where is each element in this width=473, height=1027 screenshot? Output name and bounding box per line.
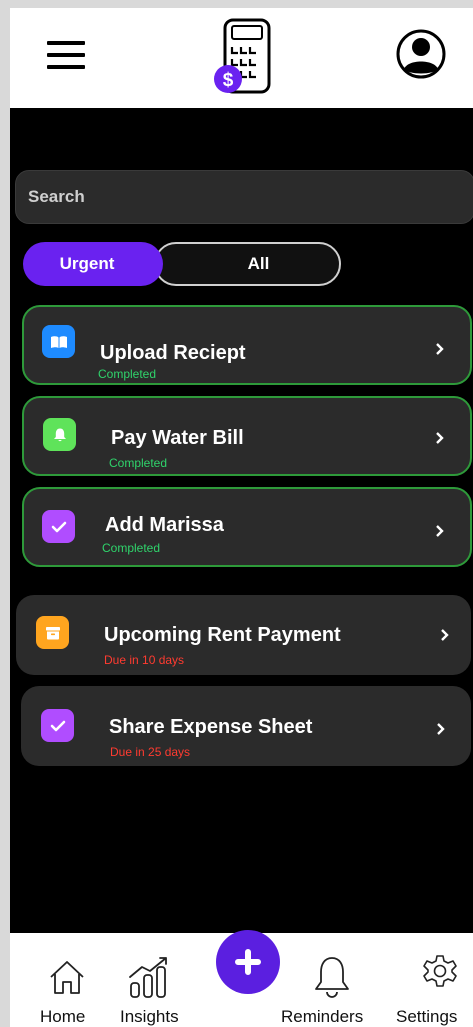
bell-icon (315, 957, 349, 998)
book-icon (50, 335, 67, 348)
task-card-upload-receipt[interactable]: Upload Reciept Completed (22, 305, 472, 385)
task-card-share-expense-sheet[interactable]: Share Expense Sheet Due in 25 days (21, 686, 471, 766)
bell-icon (53, 428, 66, 441)
chart-icon (129, 957, 167, 998)
tab-label: All (247, 254, 270, 273)
tab-urgent[interactable]: Urgent (23, 242, 163, 286)
archive-icon (45, 626, 60, 639)
nav-label: Settings (396, 1007, 458, 1026)
task-icon-tile (43, 418, 76, 451)
task-title: Upcoming Rent Payment (104, 624, 341, 646)
task-icon-tile (42, 510, 75, 543)
nav-insights[interactable]: Insights (115, 933, 205, 1027)
menu-bar (47, 41, 85, 45)
add-button[interactable] (216, 930, 280, 994)
calculator-logo-icon: $ (214, 18, 271, 94)
task-title: Add Marissa (105, 514, 224, 536)
chevron-right-icon (436, 525, 444, 537)
task-status: Completed (102, 541, 161, 555)
top-bar: $ (10, 8, 473, 108)
task-status: Due in 10 days (104, 653, 185, 667)
search-input[interactable] (15, 170, 473, 224)
plus-icon (235, 949, 261, 975)
task-title: Pay Water Bill (111, 427, 244, 449)
task-icon-tile (42, 325, 75, 358)
tab-all[interactable]: All (154, 242, 341, 286)
tab-label: Urgent (59, 254, 115, 273)
menu-button[interactable] (47, 41, 85, 71)
chevron-right-icon (437, 723, 445, 735)
task-card-add-marissa[interactable]: Add Marissa Completed (22, 487, 472, 567)
nav-home[interactable]: Home (28, 933, 108, 1027)
task-status: Completed (98, 367, 157, 381)
nav-reminders[interactable]: Reminders (280, 933, 386, 1027)
task-icon-tile (41, 709, 74, 742)
chevron-right-icon (436, 432, 444, 444)
task-status: Due in 25 days (110, 745, 191, 759)
task-card-pay-water-bill[interactable]: Pay Water Bill Completed (22, 396, 472, 476)
task-card-upcoming-rent-payment[interactable]: Upcoming Rent Payment Due in 10 days (16, 595, 471, 675)
task-icon-tile (36, 616, 69, 649)
menu-bar (47, 53, 85, 57)
profile-icon[interactable] (395, 28, 447, 80)
nav-label: Insights (120, 1007, 179, 1026)
menu-bar (47, 65, 85, 69)
task-status: Completed (109, 456, 168, 470)
chevron-right-icon (441, 629, 449, 641)
task-title: Upload Reciept (100, 342, 246, 364)
nav-label: Home (40, 1007, 86, 1026)
check-icon (51, 521, 66, 532)
chevron-right-icon (436, 343, 444, 355)
task-title: Share Expense Sheet (109, 716, 313, 738)
home-icon (50, 961, 84, 994)
logo-badge: $ (223, 70, 234, 91)
nav-label: Reminders (281, 1007, 364, 1026)
app-screen: $ All Urgent Upload Reciept Completed (10, 8, 473, 1027)
check-icon (50, 720, 65, 731)
nav-settings[interactable]: Settings (396, 933, 473, 1027)
gear-icon (423, 955, 457, 987)
